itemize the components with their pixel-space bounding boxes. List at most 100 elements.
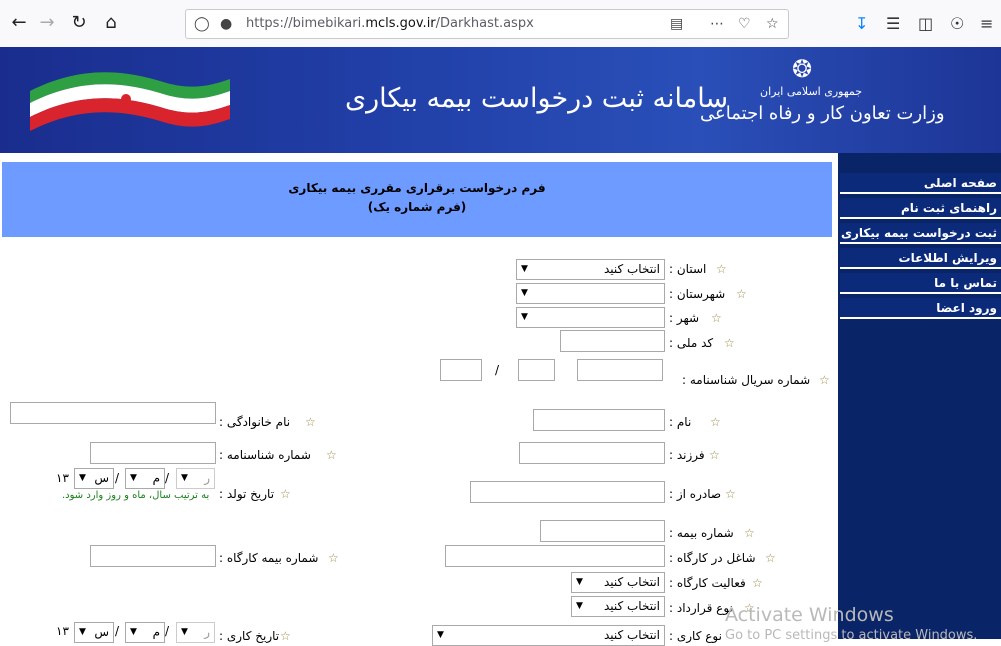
required-star-icon: ☆ bbox=[725, 487, 736, 501]
account-icon[interactable]: ☉ bbox=[950, 12, 964, 36]
issued-label: صادره از : bbox=[669, 487, 722, 501]
sidebar-item-edit[interactable]: ویرایش اطلاعات bbox=[840, 248, 1001, 269]
required-star-icon: ☆ bbox=[280, 629, 291, 643]
province-label: استان : bbox=[669, 262, 707, 276]
work-type-select[interactable]: انتخاب کنید ▼ bbox=[432, 625, 665, 646]
workplace-label: شاغل در کارگاه : bbox=[669, 551, 756, 565]
chevron-down-icon: ▼ bbox=[521, 312, 528, 322]
id-number-input[interactable] bbox=[90, 442, 216, 464]
required-star-icon: ☆ bbox=[710, 415, 721, 429]
work-date-label: تاریخ کاری : bbox=[219, 629, 280, 643]
province-select-value: انتخاب کنید bbox=[603, 262, 660, 276]
menu-icon[interactable]: ≡ bbox=[980, 12, 993, 36]
work-month-value: م bbox=[152, 625, 160, 639]
activation-watermark: Activate Windows bbox=[725, 604, 894, 626]
birth-year-select[interactable]: س ▼ bbox=[74, 468, 114, 489]
form-area: فرم درخواست برقراری مقرری بیمه بیکاری (ف… bbox=[0, 153, 838, 646]
required-star-icon: ☆ bbox=[709, 448, 720, 462]
city-label: شهر : bbox=[669, 311, 700, 325]
birth-day-select[interactable]: ر ▼ bbox=[176, 468, 215, 489]
id-serial-part3-input[interactable] bbox=[577, 359, 663, 381]
work-day-select[interactable]: ر ▼ bbox=[176, 622, 215, 643]
county-label: شهرستان : bbox=[669, 287, 726, 301]
city-select[interactable]: ▼ bbox=[516, 307, 665, 328]
date-separator: / bbox=[165, 471, 170, 485]
required-star-icon: ☆ bbox=[724, 336, 735, 350]
sidebar-item-register[interactable]: ثبت درخواست بیمه بیکاری bbox=[840, 223, 1001, 244]
national-code-input[interactable] bbox=[560, 330, 665, 352]
activity-label: فعالیت کارگاه : bbox=[669, 576, 746, 590]
forward-icon[interactable]: → bbox=[34, 10, 60, 36]
date-note: به ترتیب سال، ماه و روز وارد شود. bbox=[62, 490, 210, 501]
id-serial-part2-input[interactable] bbox=[518, 359, 555, 381]
sidebar-menu: صفحه اصلی راهنمای ثبت نام ثبت درخواست بی… bbox=[838, 153, 1001, 639]
sidebar-toggle-icon[interactable]: ◫ bbox=[918, 12, 933, 36]
sidebar-item-home[interactable]: صفحه اصلی bbox=[840, 173, 1001, 194]
id-serial-label: شماره سریال شناسنامه : bbox=[682, 373, 811, 387]
banner-title: سامانه ثبت درخواست بیمه بیکاری bbox=[345, 83, 729, 114]
chevron-down-icon: ▼ bbox=[521, 264, 528, 274]
work-year-select[interactable]: س ▼ bbox=[74, 622, 114, 643]
activation-watermark-hint: Go to PC settings to activate Windows. bbox=[725, 628, 978, 643]
activity-select-value: انتخاب کنید bbox=[603, 575, 660, 589]
pocket-icon[interactable]: ♡ bbox=[738, 14, 751, 34]
date-separator: / bbox=[115, 624, 120, 638]
home-icon[interactable]: ⌂ bbox=[98, 10, 124, 36]
iran-flag-icon bbox=[30, 72, 230, 131]
first-name-label: نام : bbox=[669, 415, 692, 429]
chevron-down-icon: ▼ bbox=[576, 577, 583, 587]
required-star-icon: ☆ bbox=[765, 551, 776, 565]
library-icon[interactable]: ☰ bbox=[886, 12, 900, 36]
workplace-input[interactable] bbox=[445, 545, 665, 567]
first-name-input[interactable] bbox=[533, 409, 665, 431]
chevron-down-icon: ▼ bbox=[79, 473, 86, 483]
id-serial-part1-input[interactable] bbox=[440, 359, 482, 381]
date-separator: / bbox=[115, 471, 120, 485]
required-star-icon: ☆ bbox=[711, 311, 722, 325]
birth-month-value: م bbox=[152, 471, 160, 485]
required-star-icon: ☆ bbox=[326, 448, 337, 462]
contract-select[interactable]: انتخاب کنید ▼ bbox=[571, 596, 665, 617]
bookmark-star-icon[interactable]: ☆ bbox=[766, 14, 779, 34]
url-text[interactable]: https://bimebikari.mcls.gov.ir/Darkhast.… bbox=[246, 16, 534, 31]
chevron-down-icon: ▼ bbox=[181, 473, 188, 483]
contract-label: نوع قرارداد : bbox=[669, 601, 733, 615]
birth-month-select[interactable]: م ▼ bbox=[125, 468, 165, 489]
shield-icon[interactable]: ◯ bbox=[194, 14, 210, 34]
chevron-down-icon: ▼ bbox=[437, 630, 444, 640]
lock-icon[interactable]: ● bbox=[220, 14, 232, 34]
reader-view-icon[interactable]: ▤ bbox=[670, 14, 683, 34]
more-actions-icon[interactable]: ⋯ bbox=[710, 14, 724, 34]
work-day-value: ر bbox=[204, 625, 210, 639]
browser-toolbar: ← → ↻ ⌂ ◯ ● https://bimebikari.mcls.gov.… bbox=[0, 0, 1001, 48]
birth-year-value: س bbox=[94, 471, 109, 485]
back-icon[interactable]: ← bbox=[6, 10, 32, 36]
province-select[interactable]: انتخاب کنید ▼ bbox=[516, 259, 665, 280]
work-month-select[interactable]: م ▼ bbox=[125, 622, 165, 643]
birth-date-label: تاریخ تولد : bbox=[219, 487, 275, 501]
last-name-input[interactable] bbox=[10, 402, 216, 424]
child-of-input[interactable] bbox=[519, 442, 665, 464]
insurance-no-input[interactable] bbox=[540, 520, 665, 542]
chevron-down-icon: ▼ bbox=[181, 627, 188, 637]
download-icon[interactable]: ↧ bbox=[855, 12, 868, 36]
sidebar-item-login[interactable]: ورود اعضا bbox=[840, 298, 1001, 319]
emblem-icon: ❂ bbox=[792, 55, 813, 83]
form-subtitle: (فرم شماره یک) bbox=[367, 200, 467, 214]
insurance-no-label: شماره بیمه : bbox=[669, 526, 734, 540]
sidebar-item-contact[interactable]: تماس با ما bbox=[840, 273, 1001, 294]
work-year-value: س bbox=[94, 625, 109, 639]
county-select[interactable]: ▼ bbox=[516, 283, 665, 304]
address-bar[interactable]: ◯ ● https://bimebikari.mcls.gov.ir/Darkh… bbox=[185, 9, 789, 39]
form-header: فرم درخواست برقراری مقرری بیمه بیکاری (ف… bbox=[2, 162, 832, 237]
year-prefix: ۱۳ bbox=[56, 471, 69, 485]
serial-separator: / bbox=[495, 363, 500, 377]
chevron-down-icon: ▼ bbox=[79, 627, 86, 637]
activity-select[interactable]: انتخاب کنید ▼ bbox=[571, 572, 665, 593]
year-prefix: ۱۳ bbox=[56, 624, 69, 638]
issued-input[interactable] bbox=[470, 481, 665, 503]
required-star-icon: ☆ bbox=[280, 487, 291, 501]
reload-icon[interactable]: ↻ bbox=[66, 10, 92, 36]
workplace-ins-input[interactable] bbox=[90, 545, 216, 567]
sidebar-item-guide[interactable]: راهنمای ثبت نام bbox=[840, 198, 1001, 219]
